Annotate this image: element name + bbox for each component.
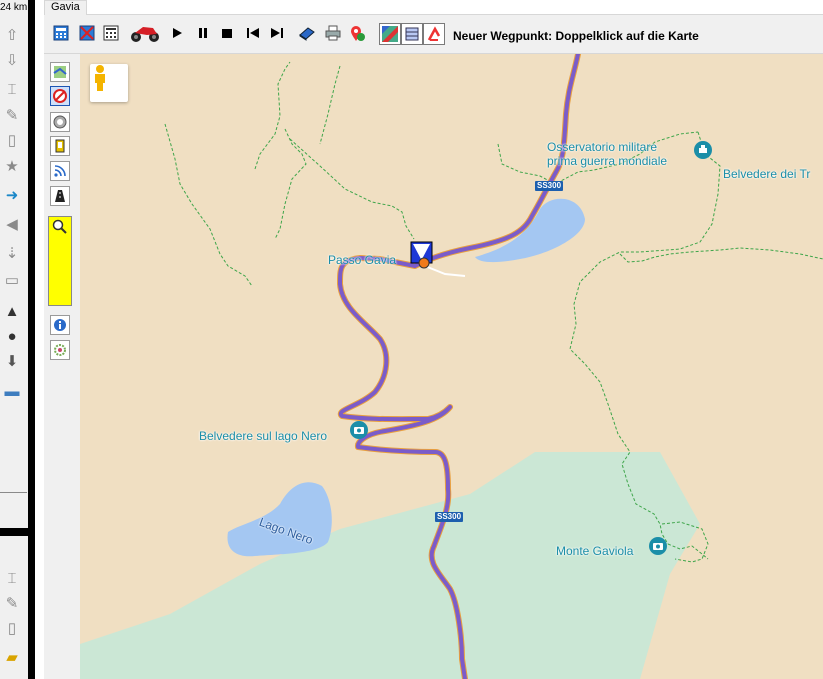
side-road xyxy=(424,265,466,277)
pause-icon[interactable] xyxy=(193,23,213,43)
map-view[interactable]: Passo Gavia Osservatorio militare prima … xyxy=(80,54,823,679)
waypoint-pin-icon[interactable] xyxy=(347,23,367,43)
panel-divider xyxy=(0,528,30,536)
label-belvedere-lago-nero: Belvedere sul lago Nero xyxy=(199,429,328,443)
label-monte-gaviola: Monte Gaviola xyxy=(556,544,634,558)
landscape-icon[interactable]: ▬ xyxy=(3,382,21,400)
openstreetmap-icon[interactable] xyxy=(401,23,423,45)
label-observatorio-1: Osservatorio militare xyxy=(547,140,658,154)
star-icon[interactable]: ★ xyxy=(3,157,21,175)
trash-icon[interactable]: ▯ xyxy=(3,619,21,637)
map-sidebar xyxy=(44,54,81,679)
motorcycle-icon[interactable] xyxy=(128,23,162,43)
splitter[interactable] xyxy=(28,0,35,679)
printer-icon[interactable] xyxy=(323,23,343,43)
road-shield: SS300 xyxy=(535,181,564,191)
speaker-icon[interactable]: ◀ xyxy=(3,215,21,233)
circle-target-icon[interactable] xyxy=(50,112,70,132)
toolbar: Neuer Wegpunkt: Doppelklick auf die Kart… xyxy=(44,15,823,54)
arrow-down-icon[interactable]: ⇩ xyxy=(3,51,21,69)
split-arrow-icon[interactable]: ⇣ xyxy=(3,244,21,262)
phone-car-icon[interactable] xyxy=(50,136,70,156)
magnifier-icon xyxy=(52,219,68,238)
lake-nero xyxy=(227,482,332,557)
tab-bar: Gavia xyxy=(44,0,823,15)
arrow-up-icon[interactable]: ⇧ xyxy=(3,26,21,44)
toolbar-hint: Neuer Wegpunkt: Doppelklick auf die Kart… xyxy=(453,29,699,43)
forest-area xyxy=(80,452,700,679)
road-warning-icon[interactable] xyxy=(50,186,70,206)
book-icon[interactable] xyxy=(297,23,317,43)
rss-icon[interactable] xyxy=(50,161,70,181)
label-passo-gavia: Passo Gavia xyxy=(328,253,397,267)
skip-back-icon[interactable] xyxy=(243,23,263,43)
play-icon[interactable] xyxy=(167,23,187,43)
route-arrow-icon[interactable]: ➜ xyxy=(3,186,21,204)
poi-monte-gaviola-marker xyxy=(649,537,667,555)
label-observatorio-2: prima guerra mondiale xyxy=(547,154,668,168)
road-shield: SS300 xyxy=(435,512,464,522)
zoom-slider[interactable] xyxy=(48,216,72,306)
label-belvedere-dei-tre: Belvedere dei Tr xyxy=(723,167,811,181)
map-layer-icon[interactable] xyxy=(50,62,70,82)
turtle-icon[interactable]: ● xyxy=(3,327,21,345)
trash-icon[interactable]: ▯ xyxy=(3,131,21,149)
distance-label: 24 km xyxy=(0,2,28,13)
table-icon[interactable] xyxy=(101,23,121,43)
left-panel: 24 km ⇧ ⇩ ⌶ ✎ ▯ ★ ➜ ◀ ⇣ ▭ ▲ ● ⬇ ▬ ⌶ ✎ ▯ … xyxy=(0,0,30,679)
insert-cursor-icon[interactable]: ⌶ xyxy=(3,569,21,587)
lake-gavia xyxy=(475,198,585,263)
stamp-icon[interactable]: ⬇ xyxy=(3,352,21,370)
calculator-icon[interactable] xyxy=(51,23,71,43)
bed-icon[interactable]: ▭ xyxy=(3,271,21,289)
tab-gavia[interactable]: Gavia xyxy=(44,0,87,15)
poi-observatorio-marker xyxy=(694,141,712,159)
cancel-calculation-icon[interactable] xyxy=(77,23,97,43)
no-traffic-icon[interactable] xyxy=(50,86,70,106)
stop-icon[interactable] xyxy=(217,23,237,43)
road-icon[interactable]: ▲ xyxy=(3,302,21,320)
gutter xyxy=(35,0,44,679)
pegman-button[interactable] xyxy=(90,64,128,102)
insert-cursor-icon[interactable]: ⌶ xyxy=(3,80,21,98)
map-canvas[interactable] xyxy=(80,54,823,679)
poi-lago-nero-marker xyxy=(350,421,368,439)
info-icon[interactable] xyxy=(50,315,70,335)
skip-forward-icon[interactable] xyxy=(267,23,287,43)
settings-icon[interactable] xyxy=(50,340,70,360)
strava-icon[interactable] xyxy=(423,23,445,45)
pencil-icon[interactable]: ✎ xyxy=(3,594,21,612)
google-maps-icon[interactable] xyxy=(379,23,401,45)
pencil-icon[interactable]: ✎ xyxy=(3,106,21,124)
folder-icon[interactable]: ▰ xyxy=(3,648,21,666)
